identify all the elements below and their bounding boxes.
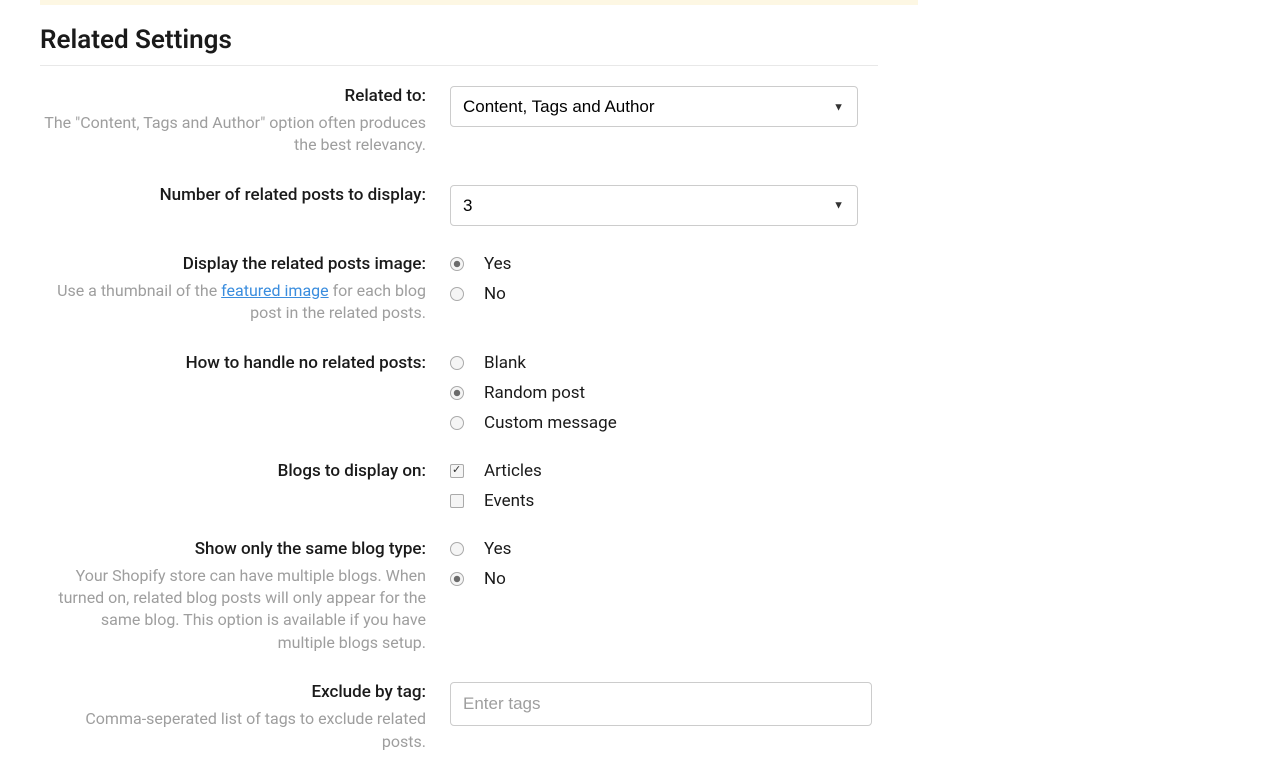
num-posts-row: Number of related posts to display: 3 ▼ [40,185,918,226]
no-related-custom-option[interactable]: Custom message [450,413,918,433]
blogs-articles-option[interactable]: Articles [450,461,918,481]
no-related-row: How to handle no related posts: Blank Ra… [40,353,918,433]
blogs-display-label: Blogs to display on: [40,461,426,481]
exclude-tag-description: Comma-seperated list of tags to exclude … [40,708,426,753]
blogs-events-checkbox[interactable] [450,494,464,508]
blogs-events-option[interactable]: Events [450,491,918,511]
display-image-row: Display the related posts image: Use a t… [40,254,918,325]
exclude-tag-label: Exclude by tag: [40,682,426,702]
blogs-display-row: Blogs to display on: Articles Events [40,461,918,511]
display-image-no-radio[interactable] [450,287,464,301]
settings-container: Related Settings Related to: The "Conten… [40,25,918,753]
featured-image-link[interactable]: featured image [221,281,328,300]
exclude-tag-row: Exclude by tag: Comma-seperated list of … [40,682,918,753]
display-image-label: Display the related posts image: [40,254,426,274]
notification-bar [40,0,918,5]
section-title: Related Settings [40,25,878,66]
same-blog-label: Show only the same blog type: [40,539,426,559]
no-related-blank-radio[interactable] [450,356,464,370]
display-image-description: Use a thumbnail of the featured image fo… [40,280,426,325]
num-posts-label: Number of related posts to display: [40,185,426,205]
same-blog-row: Show only the same blog type: Your Shopi… [40,539,918,655]
no-related-custom-radio[interactable] [450,416,464,430]
related-to-description: The "Content, Tags and Author" option of… [40,112,426,157]
same-blog-no-option[interactable]: No [450,569,918,589]
num-posts-select[interactable]: 3 [450,185,858,226]
same-blog-description: Your Shopify store can have multiple blo… [40,565,426,655]
same-blog-yes-radio[interactable] [450,542,464,556]
no-related-random-radio[interactable] [450,386,464,400]
display-image-yes-radio[interactable] [450,257,464,271]
same-blog-yes-option[interactable]: Yes [450,539,918,559]
related-to-row: Related to: The "Content, Tags and Autho… [40,86,918,157]
related-to-label: Related to: [40,86,426,106]
blogs-articles-checkbox[interactable] [450,464,464,478]
related-to-select[interactable]: Content, Tags and Author [450,86,858,127]
no-related-blank-option[interactable]: Blank [450,353,918,373]
no-related-label: How to handle no related posts: [40,353,426,373]
no-related-random-option[interactable]: Random post [450,383,918,403]
display-image-yes-option[interactable]: Yes [450,254,918,274]
display-image-no-option[interactable]: No [450,284,918,304]
same-blog-no-radio[interactable] [450,572,464,586]
